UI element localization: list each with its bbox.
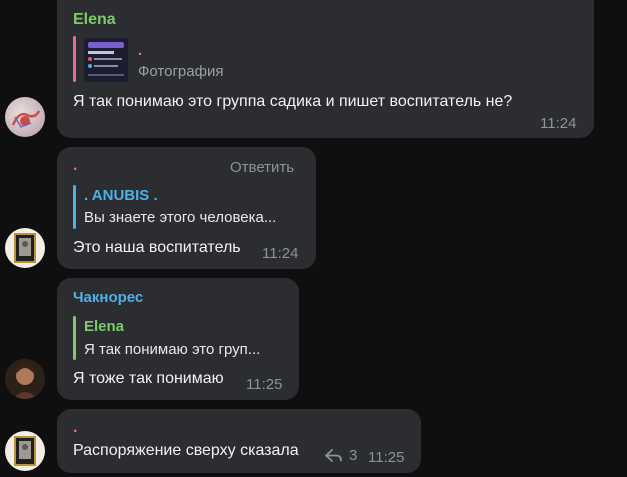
reply-preview-text: Вы знаете этого человека... (84, 209, 277, 226)
message-time: 11:24 (262, 245, 299, 262)
avatar-image (14, 436, 36, 466)
message-time: 11:24 (540, 115, 577, 132)
reply-bar (73, 36, 76, 82)
sender-name[interactable]: . (73, 157, 77, 175)
sender-name[interactable]: Elena (73, 11, 116, 29)
avatar-chaknores[interactable] (5, 359, 45, 399)
message-time: 11:25 (368, 449, 405, 466)
reply-bar (73, 185, 76, 229)
reply-arrow-icon (325, 448, 342, 462)
reply-bar (73, 316, 76, 360)
photo-thumbnail-image (88, 42, 124, 76)
reply-action-button[interactable]: Ответить (230, 159, 294, 176)
message-text: Я тоже так понимаю (73, 370, 224, 387)
reply-preview-text: Фотография (138, 63, 224, 80)
message-text: Это наша воспитатель (73, 239, 241, 256)
avatar-elena[interactable] (5, 97, 45, 137)
message-time: 11:25 (246, 376, 283, 393)
replies-count: 3 (349, 447, 358, 464)
sender-name[interactable]: Чакнорес (73, 289, 143, 306)
avatar-image (11, 110, 41, 128)
reply-sender-name: . (138, 42, 143, 59)
reply-thumbnail[interactable] (84, 38, 128, 82)
replies-indicator[interactable]: 3 (325, 447, 357, 464)
message-text: Распоряжение сверху сказала (73, 442, 299, 459)
reply-preview-text: Я так понимаю это груп... (84, 341, 261, 358)
reply-sender-name: . ANUBIS . (84, 187, 158, 204)
message-bubble-dot-1[interactable]: . Ответить . ANUBIS . Вы знаете этого че… (57, 147, 316, 269)
avatar-image (5, 359, 45, 399)
sender-name[interactable]: . (73, 419, 77, 437)
reply-sender-name: Elena (84, 318, 125, 335)
message-text: Я так понимаю это группа садика и пишет … (73, 93, 513, 110)
message-bubble-chaknores[interactable]: Чакнорес Elena Я так понимаю это груп...… (57, 278, 299, 400)
message-bubble-elena[interactable]: Elena . Фотография Я так понимаю это гру… (57, 0, 594, 138)
message-bubble-dot-2[interactable]: . Распоряжение сверху сказала 3 11:25 (57, 409, 421, 473)
avatar-image (14, 233, 36, 263)
avatar-dot-1[interactable] (5, 228, 45, 268)
avatar-dot-2[interactable] (5, 431, 45, 471)
